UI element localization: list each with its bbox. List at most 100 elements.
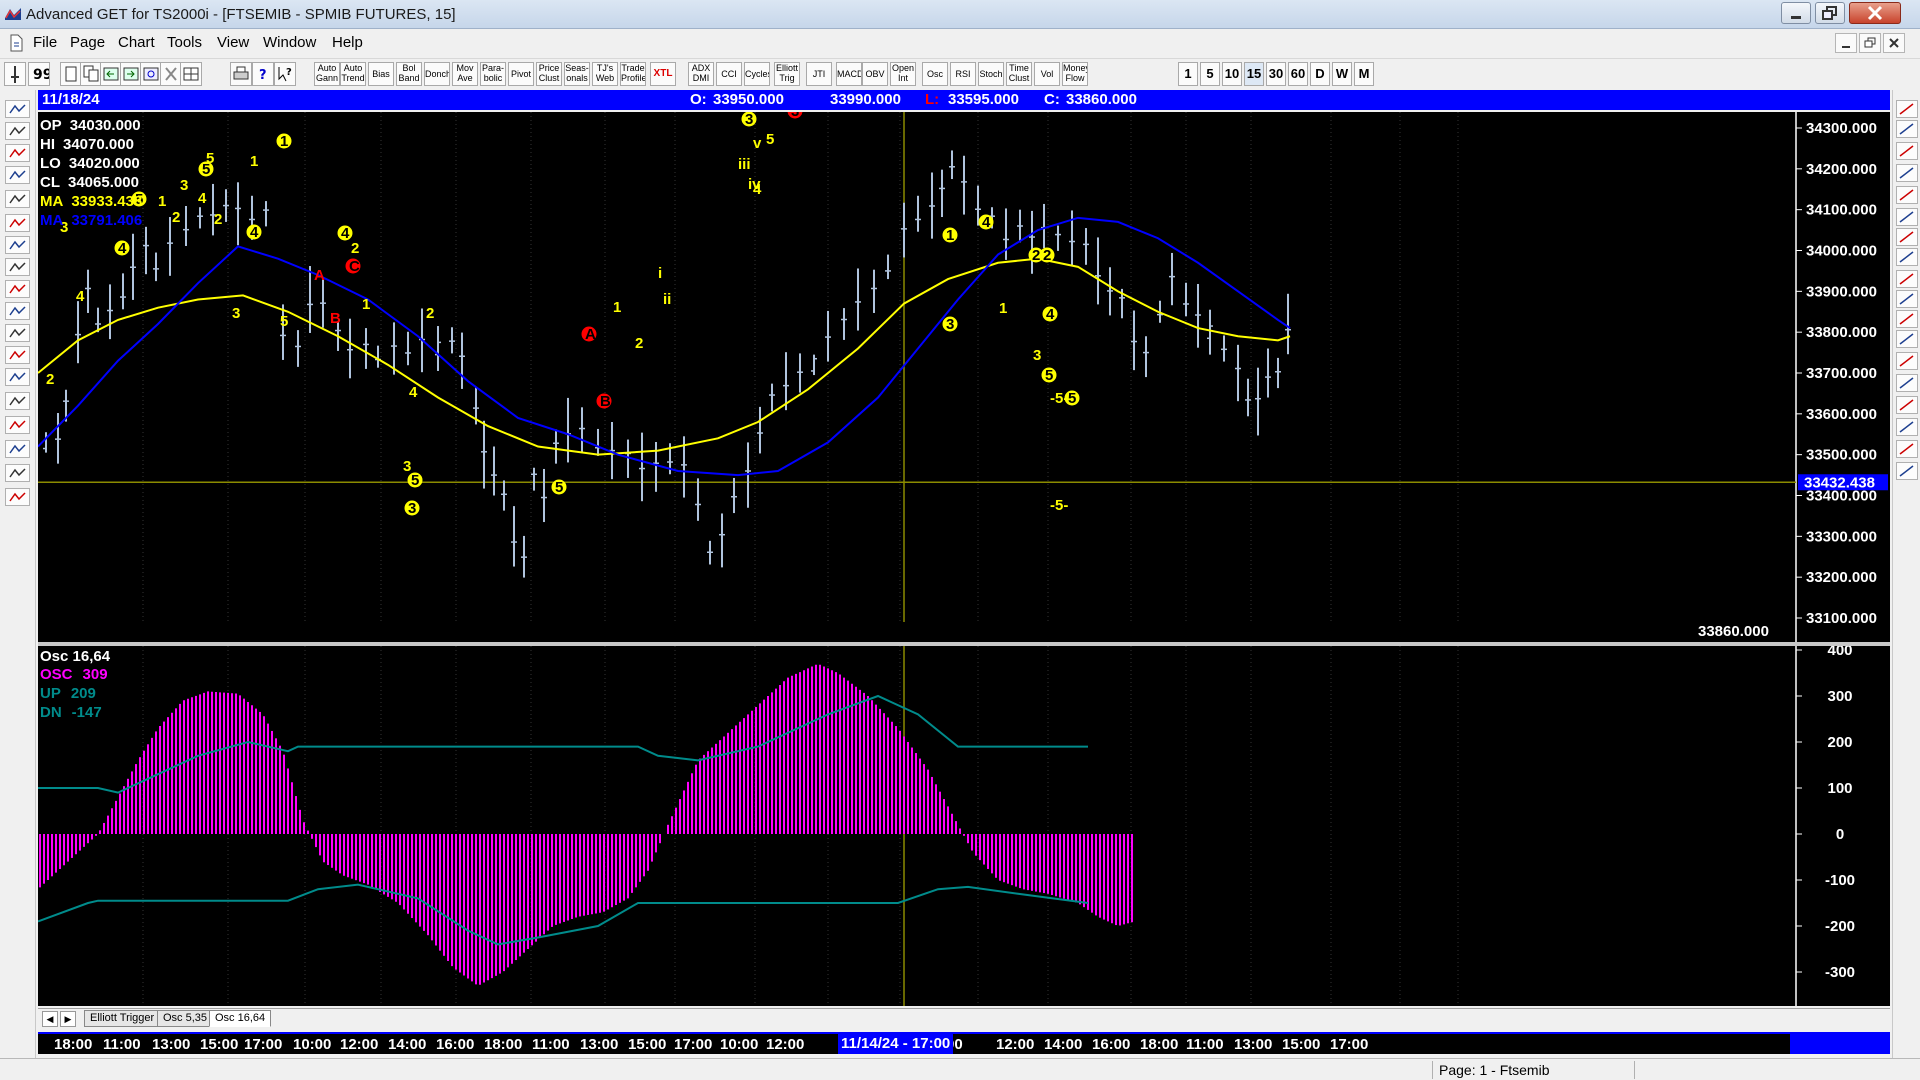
right-tool-pencil-icon[interactable] [1896, 396, 1918, 414]
period-button-10[interactable]: 10 [1222, 62, 1242, 86]
left-tool-elliott-icon[interactable] [5, 122, 30, 140]
mdi-restore-button[interactable] [1859, 33, 1881, 53]
study-button-money-flow[interactable]: Money Flow [1062, 62, 1088, 86]
left-tool-lines-icon[interactable] [5, 392, 30, 410]
study-button-jti[interactable]: JTI [806, 62, 832, 86]
period-button-15[interactable]: 15 [1244, 62, 1264, 86]
right-tool-pti-icon[interactable] [1896, 290, 1918, 308]
menu-tools[interactable]: Tools [167, 34, 202, 51]
left-tool-up-icon[interactable] [5, 214, 30, 232]
right-tool-fib-ret-icon[interactable] [1896, 142, 1918, 160]
study-button-tj-s-web[interactable]: TJ's Web [592, 62, 618, 86]
left-tool-cycle-icon[interactable] [5, 302, 30, 320]
price-chart-canvas[interactable]: 34300.000 34200.000 34100.000 34000.000 3390… [38, 112, 1890, 642]
left-tool-right-icon[interactable] [5, 280, 30, 298]
left-tool-print-icon[interactable] [5, 488, 30, 506]
right-tool-zoom-icon[interactable] [1896, 374, 1918, 392]
right-tool-circle-icon[interactable] [1896, 248, 1918, 266]
refresh-button[interactable] [140, 62, 162, 86]
menu-view[interactable]: View [217, 34, 249, 51]
study-button-time-clust[interactable]: Time Clust [1006, 62, 1032, 86]
left-tool-left-icon[interactable] [5, 258, 30, 276]
pin-button[interactable] [4, 62, 26, 86]
oscillator-canvas[interactable]: 400 300 200 100 0 -100 -200 -300 [38, 646, 1890, 1006]
right-tool-close-icon[interactable] [1896, 100, 1918, 118]
tab-elliott-trigger[interactable]: Elliott Trigger [84, 1010, 161, 1027]
study-button-auto-trend[interactable]: Auto Trend [340, 62, 366, 86]
help-button[interactable]: ? [252, 62, 274, 86]
left-tool-fib-icon[interactable] [5, 440, 30, 458]
left-tool-open-icon[interactable] [5, 100, 30, 118]
menu-page[interactable]: Page [70, 34, 105, 51]
study-button-stoch[interactable]: Stoch [978, 62, 1004, 86]
study-button-obv[interactable]: OBV [862, 62, 888, 86]
tab-scroll-left-button[interactable]: ◀ [42, 1011, 58, 1027]
minimize-button[interactable] [1781, 2, 1811, 24]
tab-scroll-right-button[interactable]: ▶ [60, 1011, 76, 1027]
left-tool-compress-icon[interactable] [5, 346, 30, 364]
right-tool-grid-icon[interactable] [1896, 310, 1918, 328]
study-button-seas-onals[interactable]: Seas- onals [564, 62, 590, 86]
time-axis-scroll-area[interactable] [1790, 1034, 1890, 1054]
study-button-bias[interactable]: Bias [368, 62, 394, 86]
left-tool-reset-icon[interactable] [5, 144, 30, 162]
close-button[interactable] [1849, 2, 1901, 24]
tab-osc-5-35[interactable]: Osc 5,35 [157, 1010, 214, 1027]
period-button-60[interactable]: 60 [1288, 62, 1308, 86]
back-button[interactable] [100, 62, 122, 86]
study-button-donch[interactable]: Donch [424, 62, 450, 86]
print-button[interactable] [230, 62, 252, 86]
right-tool-ellipse-icon[interactable] [1896, 270, 1918, 288]
menu-window[interactable]: Window [263, 34, 316, 51]
oscillator-chart[interactable]: 400 300 200 100 0 -100 -200 -300 Osc 16,64 OSC 3… [38, 646, 1890, 1006]
copy-page-button[interactable] [80, 62, 102, 86]
study-button-open-int[interactable]: Open Int [890, 62, 916, 86]
study-button-vol[interactable]: Vol [1034, 62, 1060, 86]
right-tool-hatch-icon[interactable] [1896, 208, 1918, 226]
study-button-trade-profile[interactable]: Trade Profile [620, 62, 646, 86]
period-button-1[interactable]: 1 [1178, 62, 1198, 86]
left-tool-grid-icon[interactable] [5, 368, 30, 386]
price-chart[interactable]: 34300.000 34200.000 34100.000 34000.000 3390… [38, 112, 1890, 642]
period-button-5[interactable]: 5 [1200, 62, 1220, 86]
right-tool-text-a-icon[interactable] [1896, 352, 1918, 370]
study-button-cycles[interactable]: Cycles [744, 62, 770, 86]
study-button-macd[interactable]: MACD [836, 62, 862, 86]
study-button-pivot[interactable]: Pivot [508, 62, 534, 86]
study-button-mov-ave[interactable]: Mov Ave [452, 62, 478, 86]
right-tool-mob-icon[interactable] [1896, 330, 1918, 348]
period-button-30[interactable]: 30 [1266, 62, 1286, 86]
period-button-w[interactable]: W [1332, 62, 1352, 86]
menu-help[interactable]: Help [332, 34, 363, 51]
right-tool-pen-icon[interactable] [1896, 120, 1918, 138]
study-button-cci[interactable]: CCI [716, 62, 742, 86]
study-button-elliott-trig[interactable]: Elliott Trig [774, 62, 800, 86]
study-button-auto-gann[interactable]: Auto Gann [314, 62, 340, 86]
mdi-close-button[interactable] [1883, 33, 1905, 53]
menu-chart[interactable]: Chart [118, 34, 155, 51]
grid-button[interactable] [180, 62, 202, 86]
right-tool-multi-icon[interactable] [1896, 418, 1918, 436]
right-tool-tools-icon[interactable] [1896, 440, 1918, 458]
study-button-rsi[interactable]: RSI [950, 62, 976, 86]
right-tool-fib-ext-icon[interactable] [1896, 164, 1918, 182]
study-button-para-bolic[interactable]: Para- bolic [480, 62, 506, 86]
context-help-button[interactable]: ? [274, 62, 296, 86]
forward-button[interactable] [120, 62, 142, 86]
period-button-d[interactable]: D [1310, 62, 1330, 86]
study-button-bol-band[interactable]: Bol Band [396, 62, 422, 86]
left-tool-down-icon[interactable] [5, 236, 30, 254]
study-button-price-clust[interactable]: Price Clust [536, 62, 562, 86]
left-tool-gann-icon[interactable] [5, 416, 30, 434]
left-tool-expand-icon[interactable] [5, 324, 30, 342]
right-tool-fib-time-icon[interactable] [1896, 186, 1918, 204]
mdi-minimize-button[interactable] [1835, 33, 1857, 53]
left-tool-cross-icon[interactable] [5, 464, 30, 482]
period-button-m[interactable]: M [1354, 62, 1374, 86]
menu-file[interactable]: File [33, 34, 57, 51]
left-tool-elliott-wave-icon[interactable] [5, 190, 30, 208]
study-button-xtl[interactable]: XTL [650, 62, 676, 86]
new-page-button[interactable] [60, 62, 82, 86]
left-tool-study-icon[interactable] [5, 166, 30, 184]
right-tool-magnet-icon[interactable] [1896, 462, 1918, 480]
